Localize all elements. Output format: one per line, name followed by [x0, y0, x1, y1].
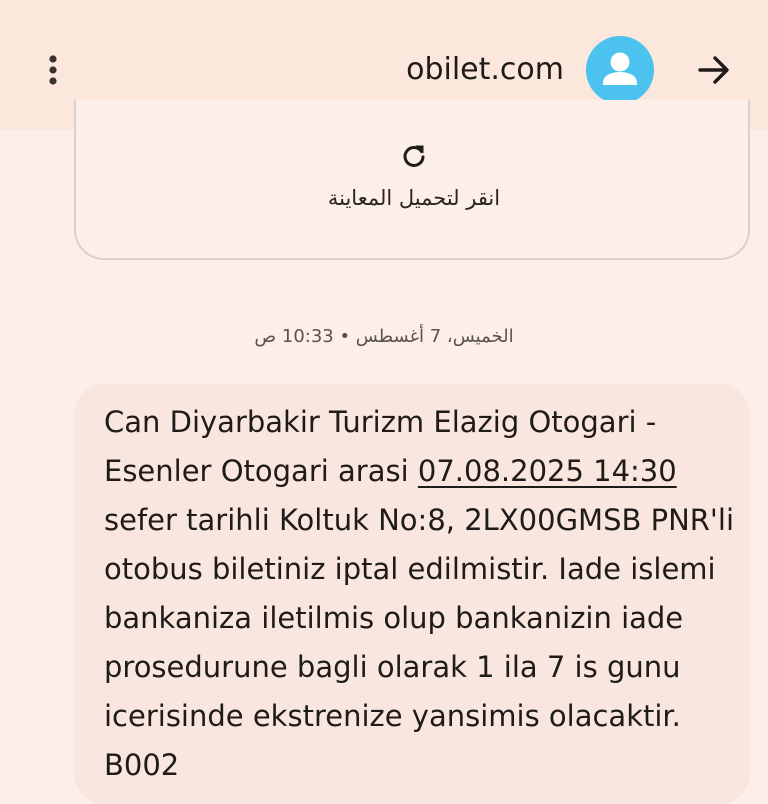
link-preview-card[interactable]: انقر لتحميل المعاينة: [74, 100, 750, 260]
message-timestamp: الخميس، 7 أغسطس • 10:33 ص: [254, 326, 514, 347]
date-link[interactable]: 07.08.2025 14:30: [418, 454, 677, 488]
message-text-end: sefer tarihli Koltuk No:8, 2LX00GMSB PNR…: [104, 503, 735, 782]
arrow-forward-icon: [698, 56, 729, 84]
open-link-button[interactable]: [694, 50, 734, 90]
more-options-button[interactable]: [36, 50, 70, 90]
sender-name[interactable]: obilet.com: [406, 50, 564, 90]
message-text: Can Diyarbakir Turizm Elazig Otogari - E…: [104, 398, 734, 790]
person-icon: [603, 52, 637, 85]
avatar[interactable]: [586, 36, 654, 104]
refresh-icon: [403, 145, 425, 167]
load-preview-label: انقر لتحميل المعاينة: [327, 186, 501, 210]
message-bubble[interactable]: Can Diyarbakir Turizm Elazig Otogari - E…: [74, 384, 750, 804]
more-vert-icon: [49, 55, 57, 85]
